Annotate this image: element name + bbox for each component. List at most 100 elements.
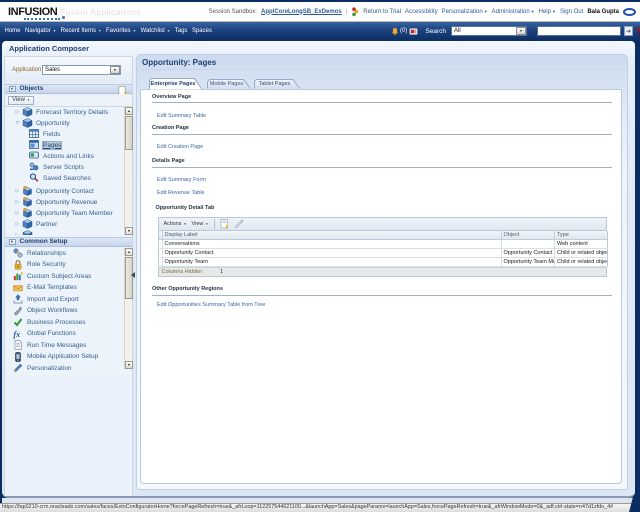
list-item-global-functions[interactable]: fx Global Functions: [5, 328, 132, 340]
scroll-thumb[interactable]: [125, 257, 133, 299]
edit-opportunities-summary-table-link[interactable]: Edit Opportunities Summary Table from Tr…: [157, 302, 265, 308]
actions-links-icon: [29, 151, 40, 161]
tree-item-opportunity-revenue[interactable]: ▷ Opportunity Revenue: [5, 197, 132, 208]
list-item-personalization[interactable]: Personalization: [5, 363, 132, 375]
return-to-trial-link[interactable]: Return to Trial: [363, 9, 401, 15]
tree-item-clipped[interactable]: ▷: [5, 230, 132, 235]
list-item-role-security[interactable]: Role Security: [5, 259, 132, 271]
chevron-down-icon: ▼: [53, 29, 56, 33]
alerts-indicator[interactable]: (0): [391, 27, 407, 36]
session-sandbox-link[interactable]: ApplCoreLongSB_ExDemos: [261, 9, 342, 15]
expand-icon[interactable]: ▷: [15, 210, 20, 216]
collapse-chevron-icon[interactable]: ▼: [9, 239, 16, 245]
help-menu[interactable]: Help▼: [539, 9, 556, 15]
document-icon: [13, 340, 23, 350]
list-item-mobile-application-setup[interactable]: Mobile Application Setup: [5, 351, 132, 363]
nav-spaces[interactable]: Spaces: [192, 28, 212, 34]
view-menu-button[interactable]: View▼: [192, 221, 209, 227]
tree-scrollbar[interactable]: ▲ ▼: [124, 107, 132, 235]
tab-mobile-pages[interactable]: Mobile Pages: [207, 79, 251, 89]
panel-splitter-collapse-handle[interactable]: [131, 272, 135, 278]
actions-menu-button[interactable]: Actions▼: [164, 221, 187, 227]
create-icon[interactable]: [220, 219, 229, 229]
personalization-menu[interactable]: Personalization▼: [442, 9, 488, 15]
edit-pencil-icon-disabled[interactable]: [234, 219, 244, 229]
list-item-custom-subject-areas[interactable]: Custom Subject Areas: [5, 271, 132, 283]
sign-out-link[interactable]: Sign Out: [560, 9, 583, 15]
list-item-run-time-messages[interactable]: Run Time Messages: [5, 340, 132, 352]
collapse-icon[interactable]: ▽: [15, 120, 20, 126]
application-select[interactable]: Sales ▼: [42, 65, 121, 76]
common-setup-list: Relationships Role Security Custom Subje…: [5, 248, 132, 375]
dropdown-button[interactable]: ▼: [110, 66, 120, 75]
tab-tablet-pages[interactable]: Tablet Pages: [254, 79, 301, 89]
administration-menu[interactable]: Administration▼: [492, 9, 535, 15]
columns-hidden-label: Columns Hidden: [162, 269, 203, 275]
tree-item-forecast-territory-details[interactable]: ▷ Forecast Territory Details: [5, 107, 132, 118]
tree-item-saved-searches[interactable]: ▷ Saved Searches: [5, 173, 132, 184]
edit-creation-page-link[interactable]: Edit Creation Page: [157, 144, 203, 150]
advanced-search-icon[interactable]: [635, 27, 640, 36]
search-scope-select[interactable]: All ▼: [451, 26, 527, 37]
tree-item-fields[interactable]: ▷ Fields: [5, 129, 132, 140]
scroll-down-button[interactable]: ▼: [125, 227, 133, 235]
nav-recent-items[interactable]: Recent Items▼: [61, 28, 102, 34]
tree-item-opportunity-team-member[interactable]: ▷ Opportunity Team Member: [5, 208, 132, 219]
scroll-thumb[interactable]: [125, 116, 133, 150]
tree-item-partner[interactable]: ▷ Partner: [5, 219, 132, 230]
table-row[interactable]: Opportunity Contact Opportunity Contact …: [158, 249, 607, 258]
bell-icon: [391, 27, 399, 36]
nav-watchlist[interactable]: Watchlist▼: [141, 28, 171, 34]
list-item-object-workflows[interactable]: Object Workflows: [5, 305, 132, 317]
common-setup-section-header[interactable]: ▼ Common Setup: [5, 237, 132, 247]
edit-summary-form-link[interactable]: Edit Summary Form: [157, 177, 206, 183]
tab-enterprise-pages[interactable]: Enterprise Pages: [149, 78, 203, 90]
expand-icon[interactable]: ▷: [15, 232, 20, 235]
list-item-relationships[interactable]: Relationships: [5, 248, 132, 260]
col-object[interactable]: Object: [501, 231, 555, 240]
nav-menu-items: Home Navigator▼ Recent Items▼ Favorites▼…: [5, 22, 212, 40]
collapse-chevron-icon[interactable]: ▼: [9, 86, 16, 92]
server-scripts-icon: [29, 162, 40, 172]
pages-window-icon: [29, 140, 40, 150]
expand-icon[interactable]: ▷: [15, 109, 20, 115]
flag-icon[interactable]: [409, 28, 418, 35]
child-object-cube-icon: [22, 197, 33, 207]
tree-item-opportunity[interactable]: ▽ Opportunity: [5, 118, 132, 129]
table-toolbar: Actions▼ View▼: [158, 217, 607, 232]
list-item-import-and-export[interactable]: Import and Export: [5, 294, 132, 306]
expand-icon[interactable]: ▷: [15, 221, 20, 227]
global-nav-bar: Home Navigator▼ Recent Items▼ Favorites▼…: [0, 22, 640, 40]
tree-item-opportunity-contact[interactable]: ▷ Opportunity Contact: [5, 186, 132, 197]
nav-favorites[interactable]: Favorites▼: [106, 28, 136, 34]
expand-icon[interactable]: ▷: [15, 199, 20, 205]
view-menu-button[interactable]: View▼: [8, 96, 34, 106]
scroll-down-button[interactable]: ▼: [125, 361, 133, 369]
objects-section-header[interactable]: ▼ Objects: [5, 84, 132, 94]
common-setup-scrollbar[interactable]: ▲ ▼: [124, 248, 132, 369]
object-cube-icon: [22, 107, 33, 117]
accessibility-link[interactable]: Accessibility: [405, 9, 438, 15]
table-row[interactable]: Opportunity Team Opportunity Team Member…: [158, 258, 607, 267]
nav-home[interactable]: Home: [5, 28, 21, 34]
edit-revenue-table-link[interactable]: Edit Revenue Table: [157, 190, 205, 196]
scroll-up-button[interactable]: ▲: [125, 107, 133, 115]
selected-tree-item-label: Pages: [43, 142, 61, 149]
search-input[interactable]: [537, 26, 621, 37]
expand-icon[interactable]: ▷: [15, 188, 20, 194]
tree-item-pages[interactable]: ▷ Pages: [5, 140, 132, 151]
scroll-up-button[interactable]: ▲: [125, 248, 133, 256]
list-item-email-templates[interactable]: E-Mail Templates: [5, 282, 132, 294]
nav-tags[interactable]: Tags: [175, 28, 188, 34]
col-display-label[interactable]: Display Label: [162, 231, 501, 240]
nav-navigator[interactable]: Navigator▼: [25, 28, 56, 34]
dropdown-button[interactable]: ▼: [516, 27, 526, 36]
tree-item-actions-and-links[interactable]: ▷ Actions and Links: [5, 151, 132, 162]
tree-item-server-scripts[interactable]: ▷ Server Scripts: [5, 162, 132, 173]
table-row[interactable]: Conversations Web content: [158, 240, 607, 249]
list-item-business-processes[interactable]: Business Processes: [5, 317, 132, 329]
section-rule: [152, 167, 612, 168]
search-go-button[interactable]: ➔: [624, 26, 633, 37]
col-type[interactable]: Type: [555, 231, 608, 240]
edit-summary-table-link[interactable]: Edit Summary Table: [157, 113, 206, 119]
